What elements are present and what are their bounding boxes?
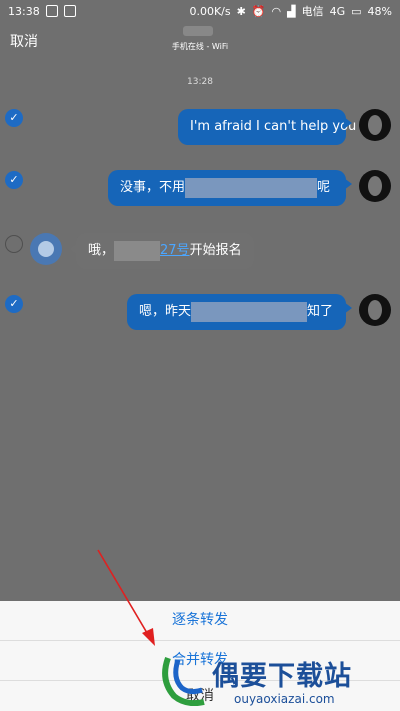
alarm-icon: ⏰: [251, 4, 266, 18]
message-bubble[interactable]: 哦， 27号开始报名: [70, 233, 254, 269]
user-avatar[interactable]: [359, 170, 391, 202]
message-text-start: 嗯，昨天: [139, 304, 192, 319]
message-text: I'm afraid I can't help you: [190, 119, 357, 134]
wifi-icon: ◠: [271, 4, 282, 18]
redacted-text: [191, 301, 308, 322]
battery-level: 48%: [367, 4, 392, 18]
watermark-logo-icon: [162, 656, 205, 706]
message-checkbox-unchecked[interactable]: [5, 235, 23, 253]
battery-icon: ▭: [351, 4, 362, 18]
message-bubble[interactable]: 嗯，昨天 知了: [127, 294, 352, 330]
watermark-text: 偶要下载站: [212, 661, 352, 692]
message-text-end: 呢: [317, 180, 331, 195]
message-text-end: 开始报名: [189, 243, 242, 258]
redacted-text: [185, 177, 318, 198]
contact-status: 手机在线 - WiFi: [171, 42, 229, 51]
message-text-start: 哦，: [88, 243, 115, 258]
message-bubble[interactable]: 没事，不用 呢: [108, 170, 352, 206]
signal-icon: ▟: [287, 4, 296, 18]
message-timestamp: 13:28: [187, 77, 213, 87]
message-link[interactable]: 27号: [160, 243, 190, 258]
message-checkbox-checked[interactable]: ✓: [5, 171, 23, 189]
message-notification-icon: [63, 5, 76, 17]
redacted-text: [114, 240, 161, 261]
status-time: 13:38: [8, 4, 40, 18]
network-speed: 0.00K/s: [189, 4, 231, 18]
app-notification-icon: [45, 5, 58, 17]
contact-avatar[interactable]: [30, 233, 62, 265]
bluetooth-icon: ✱: [236, 4, 246, 18]
carrier-name: 电信: [301, 5, 324, 18]
watermark-url: ouyaoxiazai.com: [234, 692, 335, 706]
network-type: 4G: [329, 4, 346, 18]
message-text-start: 没事，不用: [120, 180, 186, 195]
user-avatar[interactable]: [359, 109, 391, 141]
forward-one-by-one-button[interactable]: 逐条转发: [0, 601, 400, 641]
status-bar: 13:38 0.00K/s ✱ ⏰ ◠ ▟ 电信 4G ▭ 48%: [0, 0, 400, 22]
message-checkbox-checked[interactable]: ✓: [5, 295, 23, 313]
chat-header: 取消 手机在线 - WiFi: [0, 22, 400, 67]
message-text-end: 知了: [307, 304, 334, 319]
user-avatar[interactable]: [359, 294, 391, 326]
site-watermark: 偶要下载站 ouyaoxiazai.com: [160, 648, 400, 710]
contact-name-redacted: [183, 26, 213, 36]
message-bubble[interactable]: I'm afraid I can't help you: [178, 109, 356, 145]
message-checkbox-checked[interactable]: ✓: [5, 109, 23, 127]
